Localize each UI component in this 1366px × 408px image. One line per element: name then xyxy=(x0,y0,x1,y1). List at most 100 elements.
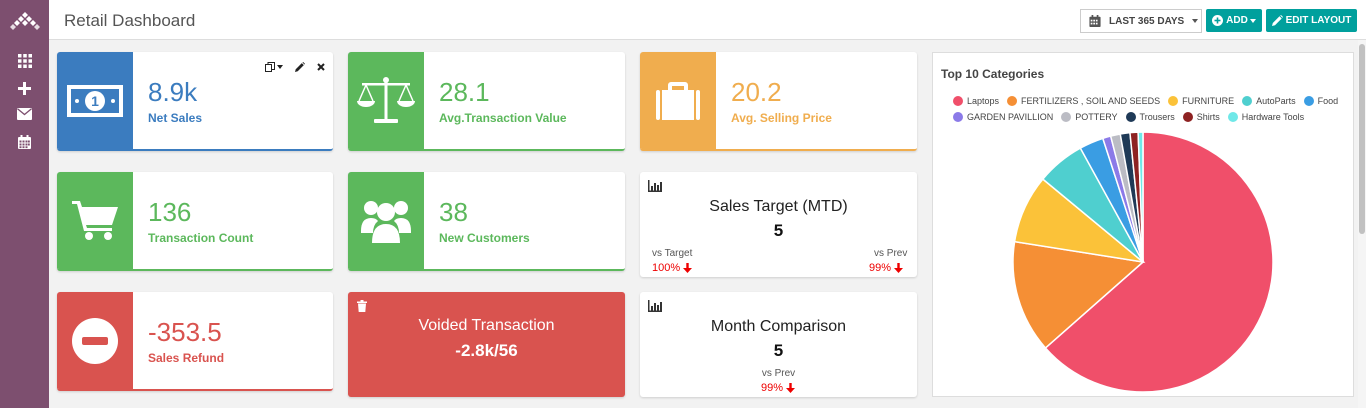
bar-chart-icon xyxy=(648,180,662,192)
page-title: Retail Dashboard xyxy=(64,11,196,30)
sales-target-title: Sales Target (MTD) xyxy=(709,198,848,215)
sidebar-item-apps[interactable] xyxy=(0,50,49,72)
month-vs-prev-percent: 99% xyxy=(761,382,784,394)
add-button[interactable]: ADD xyxy=(1206,9,1262,32)
legend-swatch xyxy=(953,112,963,122)
net-sales-value: 8.9k xyxy=(148,77,198,107)
chevron-down-icon xyxy=(277,65,283,69)
month-comparison-card[interactable]: Month Comparison 5 vs Prev 99% xyxy=(640,292,917,397)
add-label: ADD xyxy=(1226,15,1248,26)
new-customers-card[interactable]: 38 New Customers xyxy=(348,172,625,271)
legend-item[interactable]: FERTILIZERS , SOIL AND SEEDS xyxy=(1007,96,1160,106)
vs-target-percent: 100% xyxy=(652,262,681,274)
legend-label: GARDEN PAVILLION xyxy=(967,112,1054,122)
calendar-icon xyxy=(1089,15,1101,27)
sidebar-item-mail[interactable] xyxy=(0,103,49,125)
trash-icon xyxy=(357,300,367,312)
transaction-count-icon-panel xyxy=(57,172,133,269)
vs-prev-value: 99% xyxy=(869,262,904,274)
edit-card-button[interactable] xyxy=(295,62,305,72)
envelope-icon xyxy=(17,108,32,120)
legend-item[interactable]: FURNITURE xyxy=(1168,96,1234,106)
pencil-icon xyxy=(1271,15,1283,26)
avg-transaction-card[interactable]: 28.1 Avg.Transaction Value xyxy=(348,52,625,151)
legend-label: FURNITURE xyxy=(1182,96,1235,106)
scrollbar-thumb[interactable] xyxy=(1359,44,1365,234)
legend-label: FERTILIZERS , SOIL AND SEEDS xyxy=(1021,96,1161,106)
new-customers-value: 38 xyxy=(439,197,468,227)
sales-target-value: 5 xyxy=(773,221,784,240)
chevron-down-icon xyxy=(1192,19,1199,23)
edit-layout-button[interactable]: EDIT LAYOUT xyxy=(1266,9,1357,32)
vs-target-label: vs Target xyxy=(652,248,693,259)
sales-refund-label: Sales Refund xyxy=(148,351,225,365)
date-range-button[interactable]: LAST 365 DAYS xyxy=(1080,9,1202,33)
money-icon: 1 xyxy=(67,84,123,117)
sidebar-item-calendar[interactable] xyxy=(0,131,49,153)
legend-swatch xyxy=(1061,112,1072,122)
date-range-label: LAST 365 DAYS xyxy=(1109,15,1185,27)
vs-target-value: 100% xyxy=(652,262,693,274)
legend-item[interactable]: Food xyxy=(1303,96,1338,106)
legend-item[interactable]: Laptops xyxy=(953,96,999,106)
calendar-icon xyxy=(18,135,31,149)
briefcase-icon xyxy=(656,81,700,120)
users-icon xyxy=(361,200,411,243)
avg-transaction-icon-panel xyxy=(348,52,424,149)
legend-swatch xyxy=(1242,96,1253,106)
duplicate-button[interactable] xyxy=(265,62,283,72)
legend-item[interactable]: AutoParts xyxy=(1242,96,1296,106)
vs-prev-label: vs Prev xyxy=(874,248,908,259)
arrow-down-icon xyxy=(786,383,796,393)
top-bar: Retail Dashboard LAST 365 DAYS ADD EDIT … xyxy=(49,0,1366,40)
sidebar-item-add[interactable] xyxy=(0,77,49,99)
voided-value: -2.8k/56 xyxy=(455,341,518,360)
arrow-down-icon xyxy=(683,263,693,273)
sales-refund-card[interactable]: -353.5 Sales Refund xyxy=(57,292,333,391)
legend-item[interactable]: GARDEN PAVILLION xyxy=(953,112,1053,122)
close-icon xyxy=(317,63,325,71)
voided-transaction-card[interactable]: Voided Transaction -2.8k/56 xyxy=(348,292,625,397)
cart-icon xyxy=(72,200,118,240)
bar-chart-icon xyxy=(648,300,662,312)
remove-card-button[interactable] xyxy=(317,63,325,71)
sales-target-card[interactable]: Sales Target (MTD) 5 vs Target 100% vs P… xyxy=(640,172,917,277)
pencil-icon xyxy=(295,62,305,72)
legend-swatch xyxy=(1227,112,1238,122)
legend-item[interactable]: Shirts xyxy=(1182,112,1220,122)
voided-title: Voided Transaction xyxy=(418,317,555,334)
transaction-count-card[interactable]: 136 Transaction Count xyxy=(57,172,333,271)
legend-item[interactable]: Trousers xyxy=(1125,112,1175,122)
chevron-down-icon xyxy=(1249,18,1256,23)
app-logo[interactable] xyxy=(0,0,49,40)
logo-icon xyxy=(9,12,40,30)
legend-label: AutoParts xyxy=(1256,96,1296,106)
net-sales-card[interactable]: 1 8.9k Net Sales xyxy=(57,52,333,151)
sidebar xyxy=(0,0,49,408)
chart-title: Top 10 Categories xyxy=(941,67,1045,81)
month-comparison-value: 5 xyxy=(773,341,784,360)
legend-swatch xyxy=(1125,112,1136,122)
avg-selling-label: Avg. Selling Price xyxy=(731,111,832,125)
plus-circle-icon xyxy=(1212,15,1224,26)
month-vs-prev-label: vs Prev xyxy=(761,368,796,379)
new-customers-label: New Customers xyxy=(439,231,530,245)
legend-label: Hardware Tools xyxy=(1241,112,1305,122)
legend-item[interactable]: POTTERY xyxy=(1061,112,1118,122)
avg-transaction-label: Avg.Transaction Value xyxy=(439,111,567,125)
new-customers-icon-panel xyxy=(348,172,424,269)
card-tools xyxy=(265,62,325,72)
legend-item[interactable]: Hardware Tools xyxy=(1227,112,1305,122)
chart-legend: Laptops FERTILIZERS , SOIL AND SEEDS FURNI… xyxy=(953,96,1343,122)
avg-selling-card[interactable]: 20.2 Avg. Selling Price xyxy=(640,52,917,151)
month-comparison-title: Month Comparison xyxy=(710,318,847,335)
legend-swatch xyxy=(953,96,963,106)
avg-transaction-value: 28.1 xyxy=(439,77,490,107)
avg-selling-icon-panel xyxy=(640,52,716,149)
minus-circle-icon xyxy=(72,317,118,364)
legend-label: Laptops xyxy=(967,96,1000,106)
legend-swatch xyxy=(1168,96,1179,106)
net-sales-icon-panel: 1 xyxy=(57,52,133,149)
vs-prev-percent: 99% xyxy=(869,262,892,274)
svg-text:1: 1 xyxy=(91,93,99,109)
